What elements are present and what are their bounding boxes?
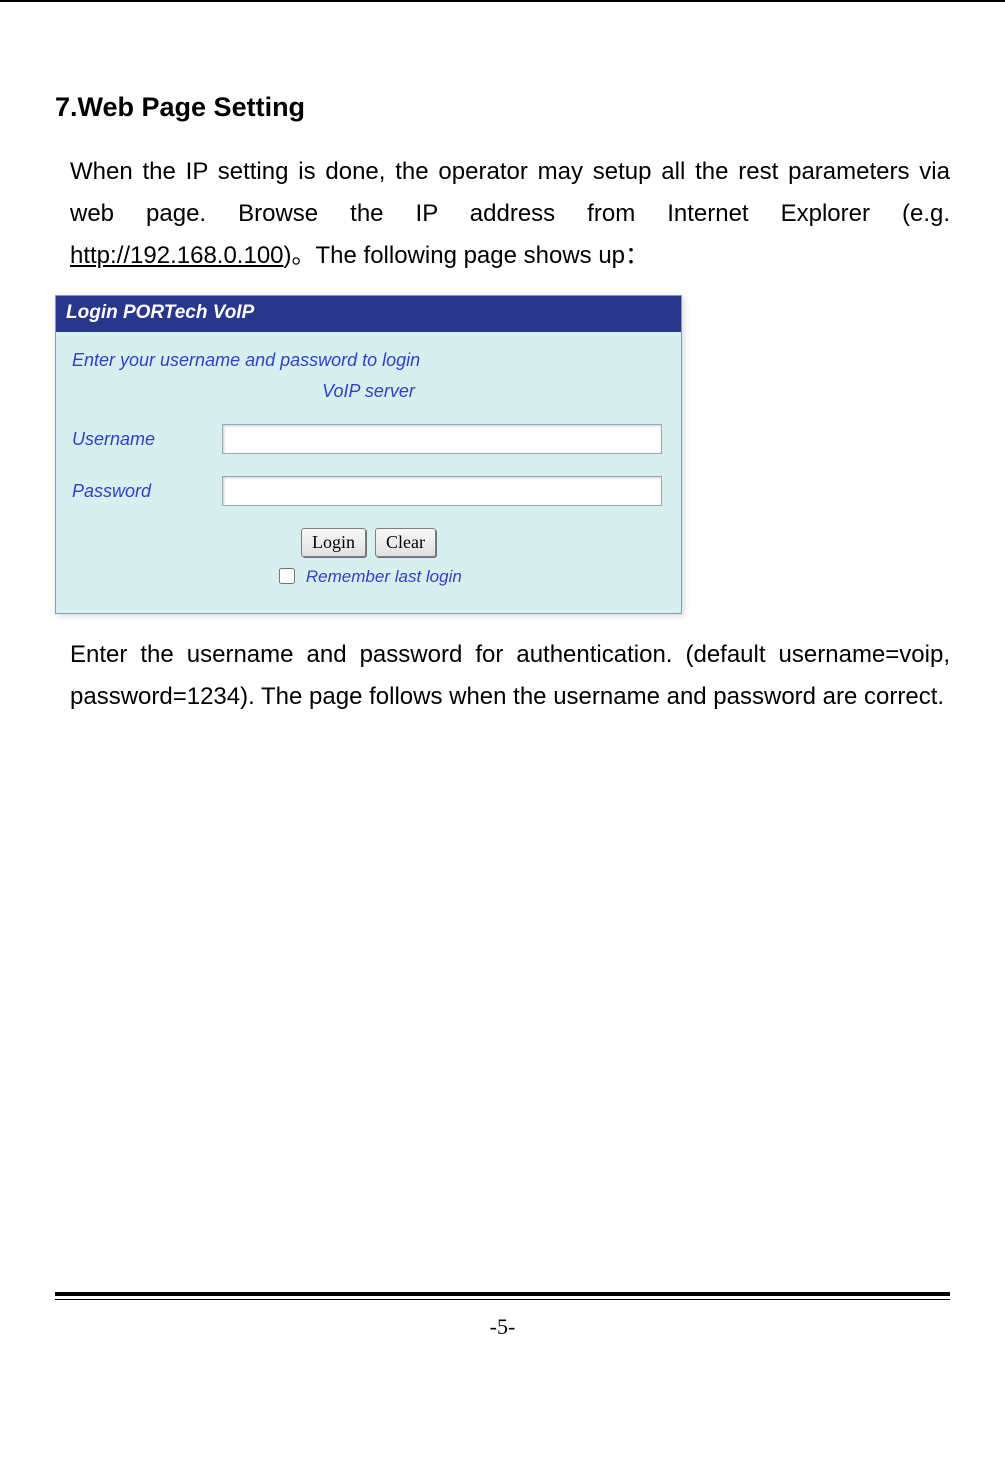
password-input[interactable] (222, 476, 662, 506)
section-heading: 7.Web Page Setting (55, 92, 950, 123)
document-page: 7.Web Page Setting When the IP setting i… (0, 0, 1005, 1360)
example-url: http://192.168.0.100 (70, 242, 284, 269)
login-subheading: VoIP server (72, 381, 665, 402)
login-screenshot: Login PORTech VoIP Enter your username a… (55, 295, 682, 614)
followup-paragraph: Enter the username and password for auth… (70, 634, 950, 718)
button-row: Login Clear (72, 528, 665, 557)
login-button[interactable]: Login (301, 528, 366, 557)
intro-text-2: )。The following page shows up： (284, 242, 650, 269)
username-row: Username (72, 424, 665, 454)
login-body: Enter your username and password to logi… (56, 332, 681, 613)
remember-row: Remember last login (72, 565, 665, 587)
intro-text-1: When the IP setting is done, the operato… (70, 158, 950, 227)
login-title-bar: Login PORTech VoIP (56, 296, 681, 332)
password-label: Password (72, 481, 222, 502)
username-input[interactable] (222, 424, 662, 454)
intro-paragraph: When the IP setting is done, the operato… (70, 151, 950, 277)
clear-button[interactable]: Clear (375, 528, 436, 557)
login-instruction: Enter your username and password to logi… (72, 350, 665, 371)
username-label: Username (72, 429, 222, 450)
page-number: -5- (0, 1314, 1005, 1340)
footer-divider (55, 1292, 950, 1300)
remember-checkbox[interactable] (279, 568, 295, 584)
password-row: Password (72, 476, 665, 506)
remember-label: Remember last login (306, 567, 462, 586)
